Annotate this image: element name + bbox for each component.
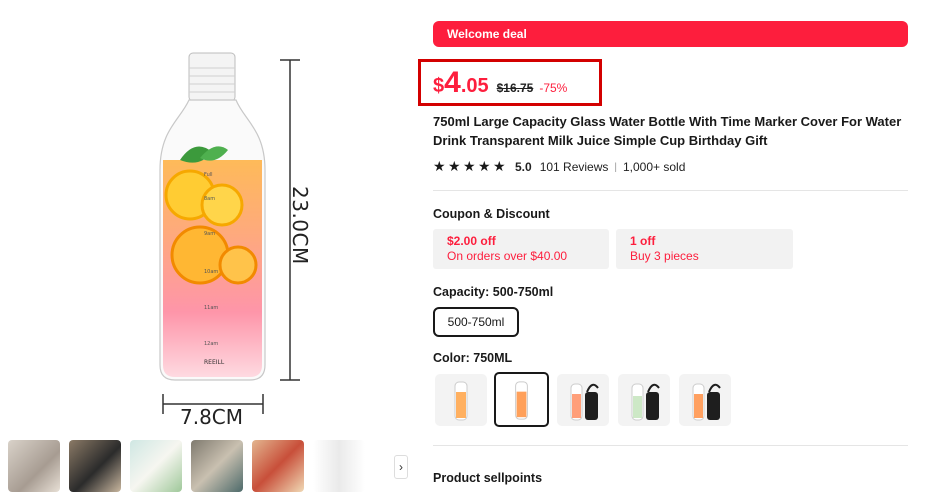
color-option[interactable] bbox=[557, 374, 609, 426]
color-option[interactable] bbox=[618, 374, 670, 426]
rating-score: 5.0 bbox=[515, 160, 532, 174]
star-rating: ★ ★ ★ ★ ★ bbox=[433, 160, 507, 174]
thumbnail[interactable] bbox=[252, 440, 304, 492]
dimension-width-label: 7.8CM bbox=[180, 405, 244, 429]
star-icon: ★ bbox=[433, 159, 446, 175]
thumbnail-strip bbox=[8, 440, 365, 492]
price-decimal: .05 bbox=[460, 75, 489, 97]
coupon-amount: $2.00 off bbox=[447, 234, 496, 248]
bottle-brand-text: REEILL bbox=[204, 359, 225, 366]
discount-percent: -75% bbox=[539, 81, 568, 95]
main-product-image[interactable]: Full 8am 9am 10am 11am 12am REEILL bbox=[0, 20, 418, 435]
thumbnail[interactable] bbox=[8, 440, 60, 492]
dimension-height-label: 23.0CM bbox=[288, 186, 312, 265]
color-option[interactable] bbox=[679, 374, 731, 426]
svg-text:11am: 11am bbox=[204, 305, 218, 311]
sold-count: 1,000+ sold bbox=[623, 160, 686, 174]
price-currency: $ bbox=[433, 75, 445, 97]
thumbnail-next-button[interactable]: › bbox=[394, 455, 408, 479]
color-title: Color: 750ML bbox=[433, 351, 513, 365]
color-option-selected[interactable] bbox=[494, 372, 549, 427]
divider bbox=[433, 190, 908, 191]
svg-text:10am: 10am bbox=[204, 269, 218, 275]
svg-text:12am: 12am bbox=[204, 341, 218, 347]
capacity-title: Capacity: 500-750ml bbox=[433, 285, 554, 299]
thumbnail[interactable] bbox=[313, 440, 365, 492]
svg-text:9am: 9am bbox=[204, 231, 215, 237]
bottle-mark-full: Full bbox=[204, 172, 213, 178]
original-price: $16.75 bbox=[496, 81, 534, 95]
coupon-condition: Buy 3 pieces bbox=[630, 249, 699, 263]
thumbnail[interactable] bbox=[130, 440, 182, 492]
color-option[interactable] bbox=[435, 374, 487, 426]
product-title: 750ml Large Capacity Glass Water Bottle … bbox=[433, 114, 902, 148]
rating-separator: | bbox=[614, 161, 617, 173]
svg-text:8am: 8am bbox=[204, 196, 215, 202]
coupon-amount: 1 off bbox=[630, 234, 656, 248]
thumbnail[interactable] bbox=[191, 440, 243, 492]
star-icon: ★ bbox=[463, 159, 476, 175]
reviews-link[interactable]: 101 Reviews bbox=[540, 160, 609, 174]
product-gallery: Full 8am 9am 10am 11am 12am REEILL 23.0C… bbox=[0, 0, 418, 492]
capacity-option[interactable]: 500-750ml bbox=[433, 307, 519, 337]
star-icon: ★ bbox=[493, 159, 506, 175]
price-integer: 4 bbox=[444, 66, 461, 99]
coupon-condition: On orders over $40.00 bbox=[447, 249, 568, 263]
sellpoints-title: Product sellpoints bbox=[433, 471, 543, 485]
coupon-card[interactable]: $2.00 off On orders over $40.00 bbox=[433, 229, 609, 269]
star-icon: ★ bbox=[448, 159, 461, 175]
rating-row: ★ ★ ★ ★ ★ 5.0 101 Reviews | 1,000+ sold bbox=[433, 160, 685, 174]
coupon-section-title: Coupon & Discount bbox=[433, 207, 550, 221]
coupon-card[interactable]: 1 off Buy 3 pieces bbox=[616, 229, 793, 269]
thumbnail[interactable] bbox=[69, 440, 121, 492]
divider bbox=[433, 445, 908, 446]
welcome-deal-banner: Welcome deal bbox=[433, 21, 908, 47]
star-icon: ★ bbox=[478, 159, 491, 175]
price-row: $ 4 .05 $16.75 -75% bbox=[433, 66, 567, 100]
